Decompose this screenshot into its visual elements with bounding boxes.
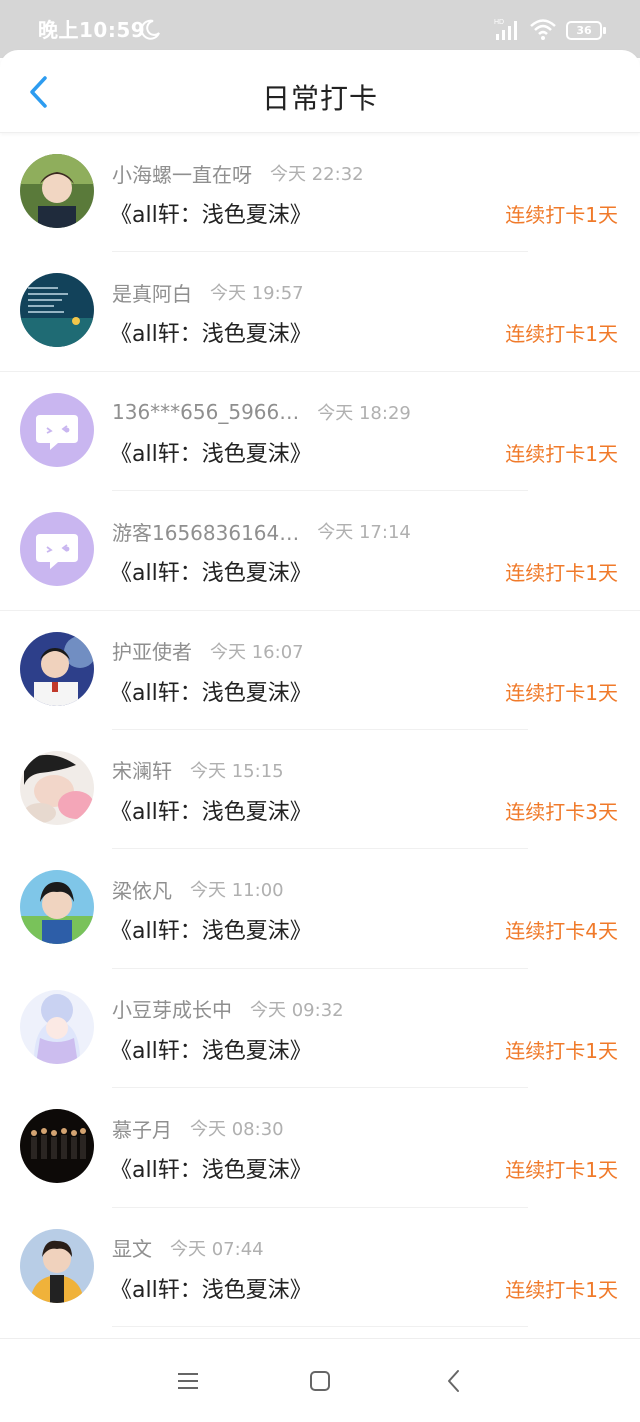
user-line: 136***656_5966… 今天 18:29 bbox=[112, 400, 411, 424]
user-line: 慕子月 今天 08:30 bbox=[112, 1114, 284, 1143]
book-title[interactable]: 《all轩：浅色夏沫》 bbox=[110, 197, 312, 229]
book-title[interactable]: 《all轩：浅色夏沫》 bbox=[110, 1152, 312, 1184]
list-item[interactable]: 136***656_5966… 今天 18:29 《all轩：浅色夏沫》 连续打… bbox=[0, 372, 640, 492]
book-title[interactable]: 《all轩：浅色夏沫》 bbox=[110, 1272, 312, 1304]
list-item[interactable]: 是真阿白 今天 19:57 《all轩：浅色夏沫》 连续打卡1天 bbox=[0, 252, 640, 373]
user-line: 是真阿白 今天 19:57 bbox=[112, 278, 304, 307]
user-line: 梁依凡 今天 11:00 bbox=[112, 875, 284, 904]
photo-avatar-icon bbox=[20, 273, 94, 348]
svg-text:HD: HD bbox=[494, 19, 504, 26]
username[interactable]: 梁依凡 bbox=[112, 875, 172, 904]
avatar[interactable] bbox=[20, 870, 94, 945]
avatar[interactable] bbox=[20, 1228, 94, 1303]
username[interactable]: 宋澜轩 bbox=[112, 755, 172, 784]
battery-icon: 36 bbox=[566, 21, 606, 40]
timestamp: 今天 11:00 bbox=[190, 880, 284, 902]
book-title[interactable]: 《all轩：浅色夏沫》 bbox=[110, 913, 312, 945]
photo-avatar-icon bbox=[20, 154, 94, 228]
avatar[interactable] bbox=[20, 512, 94, 587]
list-item[interactable]: 显文 今天 07:44 《all轩：浅色夏沫》 连续打卡1天 bbox=[0, 1208, 640, 1328]
streak-badge: 连续打卡1天 bbox=[505, 1038, 618, 1063]
list-item[interactable]: 护亚使者 今天 16:07 《all轩：浅色夏沫》 连续打卡1天 bbox=[0, 611, 640, 731]
streak-badge: 连续打卡1天 bbox=[505, 561, 618, 586]
moon-icon bbox=[140, 19, 160, 40]
username[interactable]: 显文 bbox=[112, 1233, 152, 1262]
timestamp: 今天 08:30 bbox=[190, 1119, 284, 1141]
timestamp: 今天 15:15 bbox=[190, 760, 284, 782]
book-title[interactable]: 《all轩：浅色夏沫》 bbox=[110, 1033, 312, 1065]
photo-avatar-icon bbox=[20, 989, 94, 1064]
streak-badge: 连续打卡1天 bbox=[505, 1277, 618, 1302]
user-line: 小海螺一直在呀 今天 22:32 bbox=[112, 159, 364, 188]
timestamp: 今天 09:32 bbox=[250, 999, 344, 1021]
username[interactable]: 护亚使者 bbox=[112, 636, 192, 665]
streak-badge: 连续打卡1天 bbox=[505, 441, 618, 466]
photo-avatar-icon bbox=[20, 1228, 94, 1303]
timestamp: 今天 22:32 bbox=[270, 164, 364, 185]
avatar[interactable] bbox=[20, 631, 94, 706]
home-button[interactable] bbox=[304, 1365, 336, 1397]
username[interactable]: 小海螺一直在呀 bbox=[112, 159, 252, 188]
book-title[interactable]: 《all轩：浅色夏沫》 bbox=[110, 675, 312, 707]
username[interactable]: 136***656_5966… bbox=[112, 400, 299, 424]
photo-avatar-icon bbox=[20, 750, 94, 825]
battery-tip bbox=[603, 27, 606, 34]
streak-badge: 连续打卡3天 bbox=[505, 799, 618, 824]
streak-badge: 连续打卡1天 bbox=[505, 680, 618, 705]
status-time: 晚上10:59 bbox=[38, 18, 146, 42]
user-line: 宋澜轩 今天 15:15 bbox=[112, 755, 284, 784]
book-title[interactable]: 《all轩：浅色夏沫》 bbox=[110, 794, 312, 826]
list-item[interactable]: 游客1656836164… 今天 17:14 《all轩：浅色夏沫》 连续打卡1… bbox=[0, 491, 640, 611]
book-title[interactable]: 《all轩：浅色夏沫》 bbox=[110, 555, 312, 587]
timestamp: 今天 16:07 bbox=[210, 641, 304, 663]
user-line: 游客1656836164… 今天 17:14 bbox=[112, 517, 411, 546]
battery-level: 36 bbox=[566, 21, 602, 40]
timestamp: 今天 07:44 bbox=[170, 1238, 264, 1260]
book-title[interactable]: 《all轩：浅色夏沫》 bbox=[110, 316, 312, 348]
menu-icon bbox=[178, 1373, 198, 1389]
avatar[interactable] bbox=[20, 989, 94, 1064]
default-avatar-icon bbox=[20, 392, 94, 467]
book-title[interactable]: 《all轩：浅色夏沫》 bbox=[110, 436, 312, 468]
avatar[interactable] bbox=[20, 273, 94, 348]
page-title: 日常打卡 bbox=[261, 82, 378, 115]
menu-button[interactable] bbox=[172, 1365, 204, 1397]
list-item[interactable]: 小海螺一直在呀 今天 22:32 《all轩：浅色夏沫》 连续打卡1天 bbox=[0, 133, 640, 253]
user-line: 小豆芽成长中 今天 09:32 bbox=[112, 994, 344, 1023]
avatar[interactable] bbox=[20, 1109, 94, 1184]
list-item[interactable]: 小豆芽成长中 今天 09:32 《all轩：浅色夏沫》 连续打卡1天 bbox=[0, 969, 640, 1089]
list-item[interactable]: 慕子月 今天 08:30 《all轩：浅色夏沫》 连续打卡1天 bbox=[0, 1088, 640, 1208]
list-item[interactable]: 梁依凡 今天 11:00 《all轩：浅色夏沫》 连续打卡4天 bbox=[0, 849, 640, 970]
username[interactable]: 小豆芽成长中 bbox=[112, 994, 232, 1023]
streak-badge: 连续打卡1天 bbox=[505, 322, 618, 347]
signal-icon: HD bbox=[494, 19, 517, 40]
list-item[interactable]: 宋澜轩 今天 15:15 《all轩：浅色夏沫》 连续打卡3天 bbox=[0, 730, 640, 850]
header: 日常打卡 bbox=[0, 50, 640, 132]
system-nav-bar bbox=[0, 1338, 640, 1422]
photo-avatar-icon bbox=[20, 631, 94, 706]
home-square-icon bbox=[310, 1371, 330, 1391]
username[interactable]: 游客1656836164… bbox=[112, 517, 299, 546]
streak-badge: 连续打卡1天 bbox=[505, 1158, 618, 1183]
avatar[interactable] bbox=[20, 154, 94, 228]
streak-badge: 连续打卡1天 bbox=[505, 203, 618, 227]
username[interactable]: 慕子月 bbox=[112, 1114, 172, 1143]
timestamp: 今天 18:29 bbox=[317, 402, 411, 424]
timestamp: 今天 19:57 bbox=[210, 283, 304, 305]
system-back-button[interactable] bbox=[438, 1365, 470, 1397]
photo-avatar-icon bbox=[20, 1109, 94, 1184]
username[interactable]: 是真阿白 bbox=[112, 278, 192, 307]
streak-badge: 连续打卡4天 bbox=[505, 919, 618, 944]
timestamp: 今天 17:14 bbox=[317, 522, 411, 544]
default-avatar-icon bbox=[20, 512, 94, 587]
back-triangle-icon bbox=[448, 1370, 459, 1392]
user-line: 护亚使者 今天 16:07 bbox=[112, 636, 304, 665]
photo-avatar-icon bbox=[20, 870, 94, 945]
wifi-icon bbox=[530, 19, 556, 40]
user-line: 显文 今天 07:44 bbox=[112, 1233, 264, 1262]
avatar[interactable] bbox=[20, 392, 94, 467]
avatar[interactable] bbox=[20, 750, 94, 825]
checkin-list: 小海螺一直在呀 今天 22:32 《all轩：浅色夏沫》 连续打卡1天 是真阿白… bbox=[0, 133, 640, 1328]
